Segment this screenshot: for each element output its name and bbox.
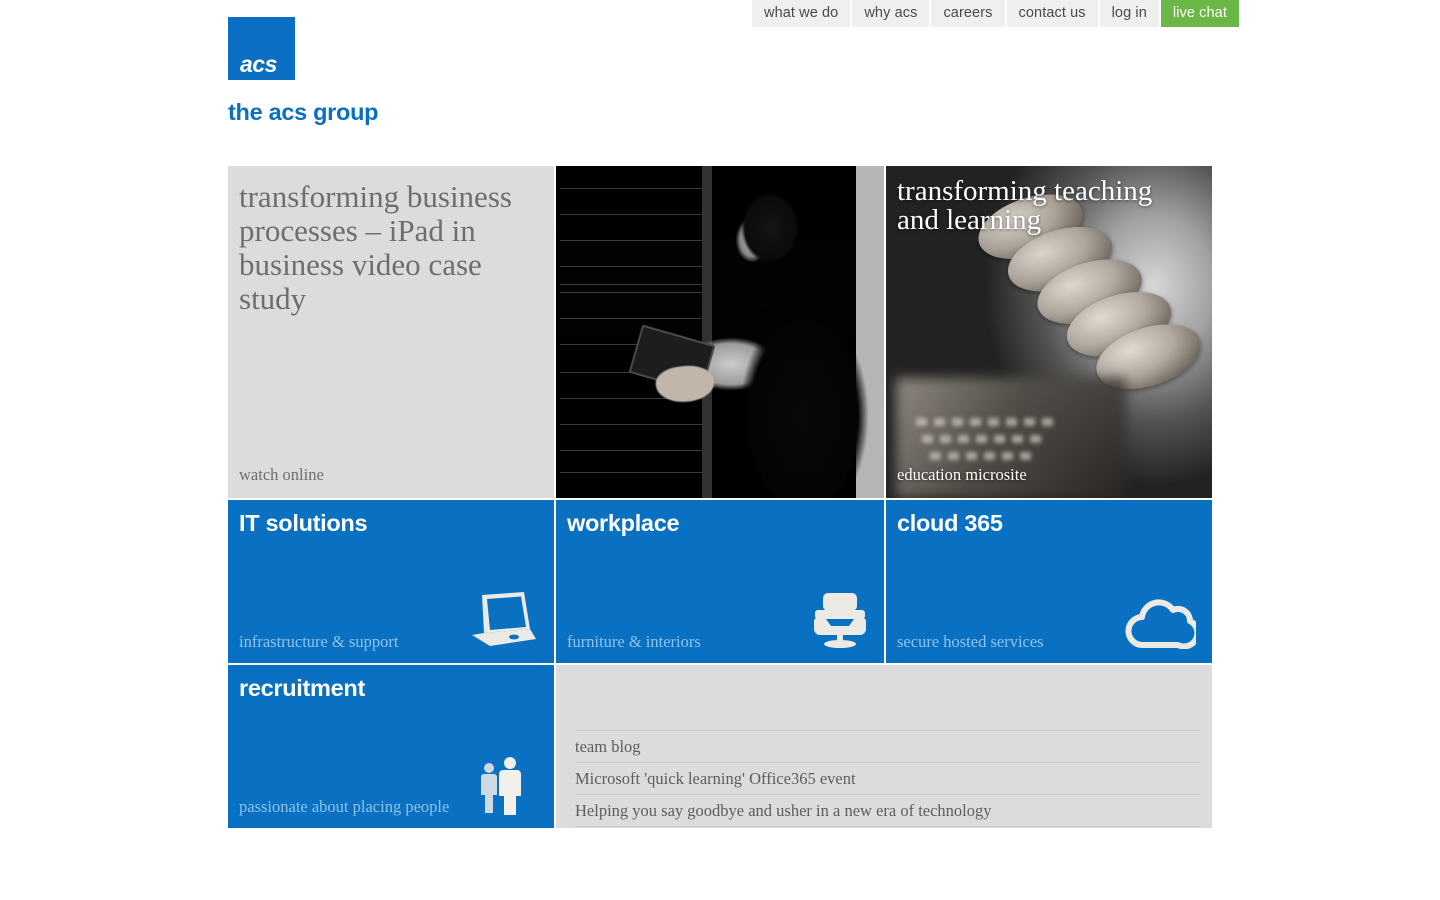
cloud-icon bbox=[1122, 597, 1201, 650]
tile-cloud-365[interactable]: cloud 365 secure hosted services bbox=[886, 500, 1212, 663]
onscreen-keyboard-detail bbox=[916, 418, 1076, 472]
nav-item-log-in[interactable]: log in bbox=[1099, 0, 1159, 27]
hero-case-study-tile[interactable]: transforming business processes – iPad i… bbox=[228, 166, 554, 498]
top-navigation: what we do why acs careers contact us lo… bbox=[752, 0, 1239, 27]
tile-it-solutions-subtitle: infrastructure & support bbox=[239, 632, 399, 651]
hero-case-study-headline: transforming business processes – iPad i… bbox=[239, 179, 512, 316]
tile-it-solutions[interactable]: IT solutions infrastructure & support bbox=[228, 500, 554, 663]
blog-item-team-blog[interactable]: team blog bbox=[575, 730, 1201, 762]
laptop-icon bbox=[466, 591, 538, 649]
blog-list: team blog Microsoft 'quick learning' Off… bbox=[575, 730, 1201, 827]
tile-it-solutions-title: IT solutions bbox=[239, 510, 368, 536]
blog-item-new-era-technology[interactable]: Helping you say goodbye and usher in a n… bbox=[575, 794, 1201, 827]
hero-case-study-cta[interactable]: watch online bbox=[239, 465, 324, 485]
server-rack-detail bbox=[556, 166, 706, 498]
tile-recruitment[interactable]: recruitment passionate about placing peo… bbox=[228, 665, 554, 828]
nav-item-live-chat[interactable]: live chat bbox=[1160, 0, 1239, 27]
nav-item-contact-us[interactable]: contact us bbox=[1006, 0, 1098, 27]
hero-education-tile[interactable]: transforming teaching and learning educa… bbox=[886, 166, 1212, 498]
nav-item-why-acs[interactable]: why acs bbox=[852, 0, 930, 27]
recruitment-row: recruitment passionate about placing peo… bbox=[228, 665, 1212, 828]
blog-item-office365-event[interactable]: Microsoft 'quick learning' Office365 eve… bbox=[575, 762, 1201, 794]
tile-workplace-subtitle: furniture & interiors bbox=[567, 632, 701, 651]
blog-panel: team blog Microsoft 'quick learning' Off… bbox=[556, 665, 1212, 828]
tile-recruitment-title: recruitment bbox=[239, 675, 365, 701]
tile-workplace[interactable]: workplace furniture & interiors bbox=[556, 500, 884, 663]
people-icon bbox=[480, 756, 524, 816]
acs-logo-icon: acs bbox=[228, 17, 295, 80]
armchair-icon bbox=[812, 591, 868, 649]
acs-logo-text: acs bbox=[240, 51, 277, 77]
hero-row: transforming business processes – iPad i… bbox=[228, 166, 1212, 498]
hero-education-cta[interactable]: education microsite bbox=[897, 465, 1027, 485]
site-title: the acs group bbox=[228, 99, 379, 125]
tile-cloud-365-title: cloud 365 bbox=[897, 510, 1003, 536]
nav-item-careers[interactable]: careers bbox=[931, 0, 1005, 27]
nav-item-what-we-do[interactable]: what we do bbox=[752, 0, 851, 27]
site-logo[interactable]: acs the acs group bbox=[228, 17, 628, 125]
tile-grid: transforming business processes – iPad i… bbox=[228, 166, 1212, 830]
hero-photo-tile[interactable] bbox=[556, 166, 884, 498]
tile-recruitment-subtitle: passionate about placing people bbox=[239, 797, 450, 816]
tile-cloud-365-subtitle: secure hosted services bbox=[897, 632, 1044, 651]
tile-workplace-title: workplace bbox=[567, 510, 680, 536]
services-row: IT solutions infrastructure & support wo… bbox=[228, 500, 1212, 663]
hero-education-headline: transforming teaching and learning bbox=[897, 175, 1153, 236]
